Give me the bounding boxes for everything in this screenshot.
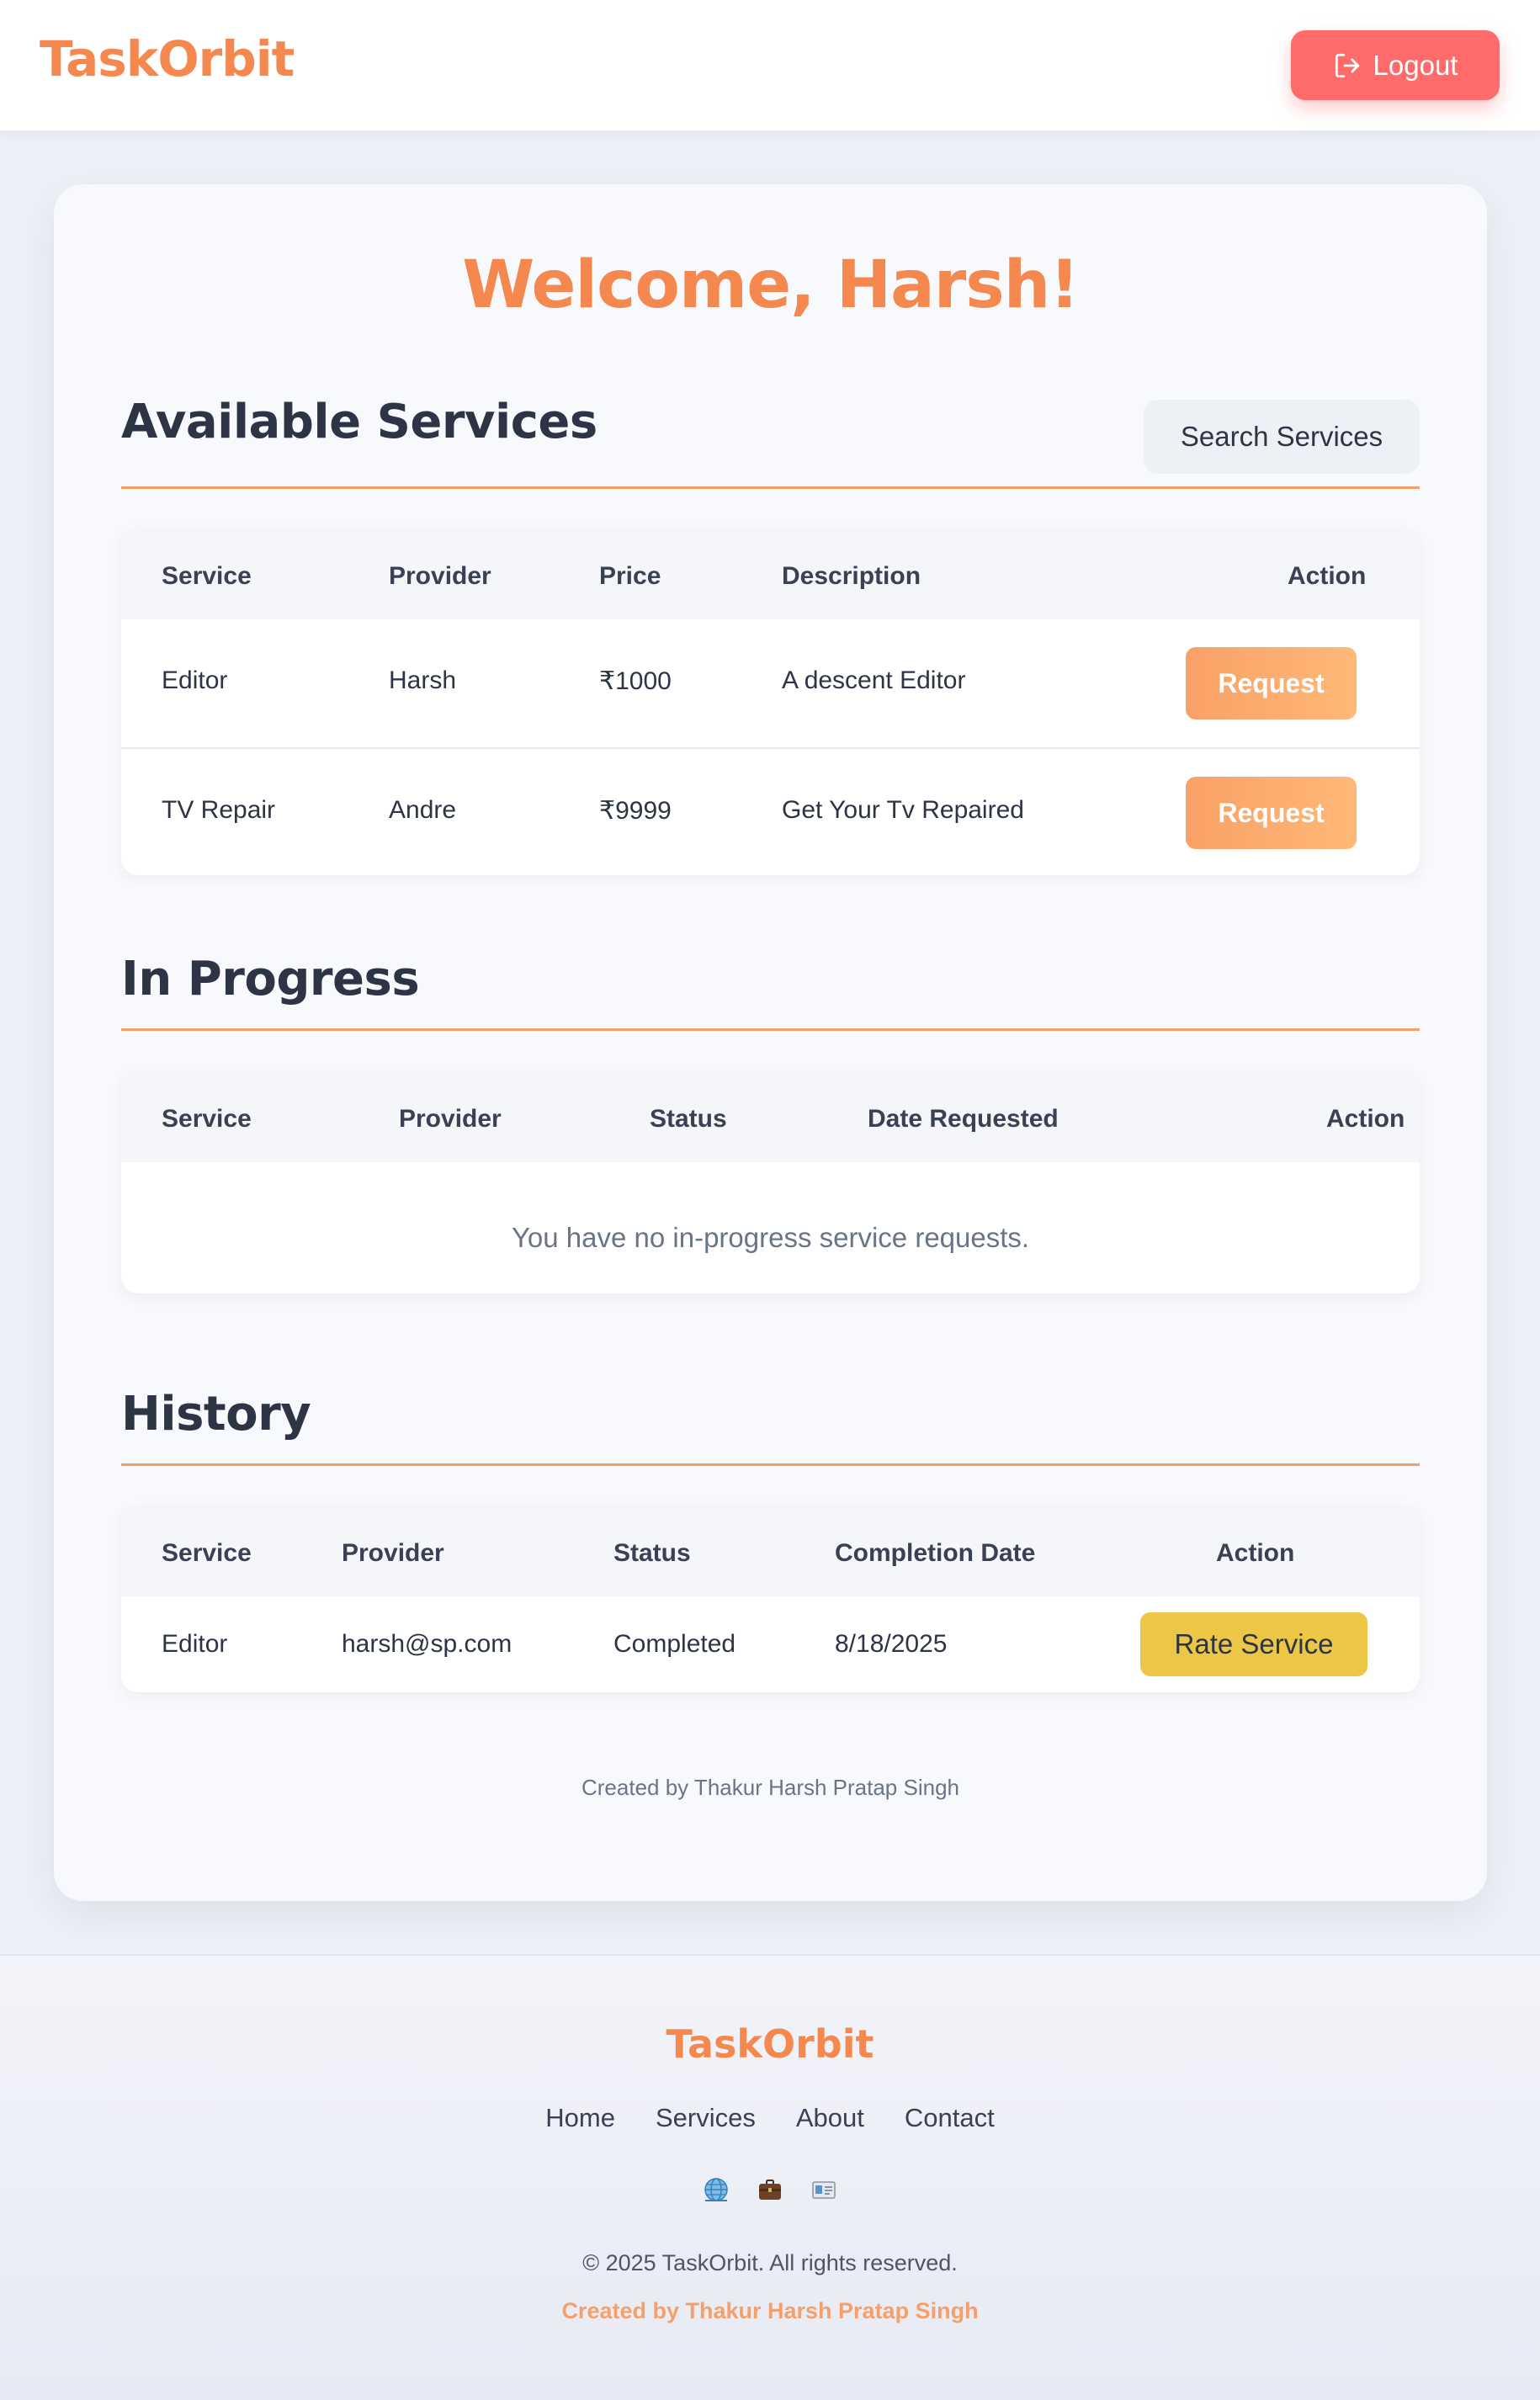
description-cell: A descent Editor <box>782 666 966 694</box>
logout-button[interactable]: Logout <box>1291 30 1500 100</box>
search-services-button[interactable]: Search Services <box>1144 400 1420 474</box>
column-header: Date Requested <box>868 1105 1059 1133</box>
creator-credit: Created by Thakur Harsh Pratap Singh <box>581 1775 959 1800</box>
logout-label: Logout <box>1373 49 1458 81</box>
table-header: Service Provider Price Description Actio… <box>121 530 1420 619</box>
table-row: Editor harsh@sp.com Completed 8/18/2025 … <box>121 1596 1420 1692</box>
column-header: Action <box>1216 1539 1295 1567</box>
price-cell: ₹9999 <box>599 797 672 825</box>
footer-nav: Home Services About Contact <box>0 2103 1540 2133</box>
footer-credit: Created by Thakur Harsh Pratap Singh <box>561 2298 979 2323</box>
description-cell: Get Your Tv Repaired <box>782 796 1024 824</box>
in-progress-title: In Progress <box>121 952 420 1006</box>
column-header: Description <box>782 562 921 590</box>
footer-link-services[interactable]: Services <box>656 2103 756 2133</box>
column-header: Completion Date <box>835 1539 1036 1567</box>
column-header: Action <box>1326 1105 1405 1133</box>
welcome-heading: Welcome, Harsh! <box>462 247 1080 323</box>
table-row: TV Repair Andre ₹9999 Get Your Tv Repair… <box>121 747 1420 875</box>
top-navbar: TaskOrbit Logout <box>0 0 1540 130</box>
column-header: Action <box>1288 562 1367 590</box>
provider-cell: Harsh <box>389 666 457 694</box>
brand-logo[interactable]: TaskOrbit <box>40 30 295 88</box>
service-cell: Editor <box>162 666 228 694</box>
footer-link-home[interactable]: Home <box>545 2103 615 2133</box>
table-header: Service Provider Status Completion Date … <box>121 1507 1420 1596</box>
request-button[interactable]: Request <box>1186 777 1357 849</box>
column-header: Provider <box>342 1539 444 1567</box>
site-footer: TaskOrbit Home Services About Contact © … <box>0 1954 1540 2400</box>
section-divider <box>121 486 1420 489</box>
completion-date-cell: 8/18/2025 <box>835 1630 948 1658</box>
dashboard-card: Welcome, Harsh! Available Services Searc… <box>54 184 1487 1901</box>
column-header: Provider <box>389 562 491 590</box>
section-divider <box>121 1028 1420 1031</box>
column-header: Service <box>162 1539 252 1567</box>
available-services-table: Service Provider Price Description Actio… <box>121 530 1420 875</box>
service-cell: TV Repair <box>162 796 276 824</box>
price-cell: ₹1000 <box>599 667 672 695</box>
empty-state-message: You have no in-progress service requests… <box>511 1222 1030 1253</box>
briefcase-icon[interactable] <box>757 2176 783 2203</box>
column-header: Service <box>162 562 252 590</box>
column-header: Service <box>162 1105 252 1133</box>
footer-link-about[interactable]: About <box>796 2103 864 2133</box>
provider-cell: Andre <box>389 796 457 824</box>
table-row: Editor Harsh ₹1000 A descent Editor Requ… <box>121 619 1420 747</box>
column-header: Price <box>599 562 661 590</box>
footer-social-icons <box>0 2176 1540 2203</box>
provider-cell: harsh@sp.com <box>342 1630 512 1658</box>
footer-brand: TaskOrbit <box>666 2021 874 2067</box>
footer-link-contact[interactable]: Contact <box>905 2103 995 2133</box>
status-cell: Completed <box>613 1630 736 1658</box>
column-header: Status <box>613 1539 691 1567</box>
copyright-text: © 2025 TaskOrbit. All rights reserved. <box>582 2250 958 2275</box>
history-title: History <box>121 1387 311 1442</box>
globe-icon[interactable] <box>703 2176 730 2203</box>
logout-icon <box>1335 53 1359 77</box>
table-header: Service Provider Status Date Requested A… <box>121 1073 1420 1162</box>
in-progress-table: Service Provider Status Date Requested A… <box>121 1073 1420 1293</box>
rate-service-button[interactable]: Rate Service <box>1140 1612 1367 1676</box>
request-button[interactable]: Request <box>1186 647 1357 719</box>
service-cell: Editor <box>162 1630 228 1658</box>
available-services-title: Available Services <box>121 395 597 449</box>
column-header: Status <box>650 1105 727 1133</box>
history-table: Service Provider Status Completion Date … <box>121 1507 1420 1692</box>
column-header: Provider <box>399 1105 502 1133</box>
section-divider <box>121 1463 1420 1466</box>
id-card-icon[interactable] <box>810 2176 837 2203</box>
